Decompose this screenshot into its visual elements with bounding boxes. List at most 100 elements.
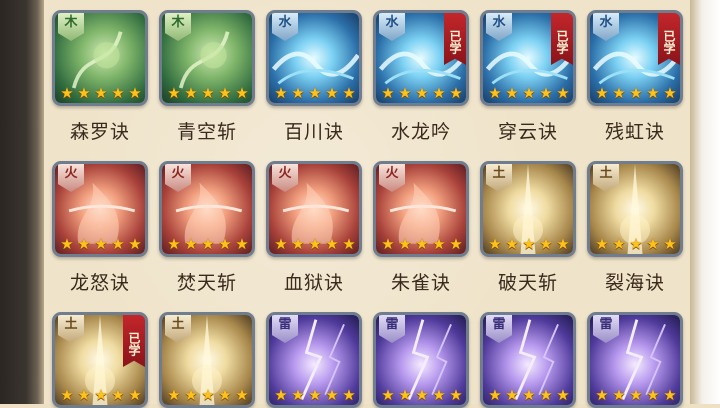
star-icon: ★ [77,235,91,253]
star-icon: ★ [218,84,232,102]
skill-card[interactable]: 雷 ★ ★ ★ ★ ★ [480,312,576,408]
star-rating: ★ ★ ★ ★ ★ [594,387,678,403]
star-icon: ★ [449,386,463,404]
skill-card[interactable]: 火 ★ ★ ★ ★ ★ [159,161,255,257]
star-icon: ★ [342,386,356,404]
star-icon: ★ [432,386,446,404]
skill-name: 裂海诀 [604,272,665,294]
star-icon: ★ [449,84,463,102]
skill-card[interactable]: 雷 ★ ★ ★ ★ ★ [587,312,683,408]
skill-name: 朱雀诀 [390,272,451,294]
star-icon: ★ [612,235,626,253]
star-rating: ★ ★ ★ ★ ★ [166,236,250,252]
star-icon: ★ [128,84,142,102]
star-icon: ★ [488,386,502,404]
star-icon: ★ [663,386,677,404]
star-icon: ★ [488,235,502,253]
star-icon: ★ [274,84,288,102]
star-icon: ★ [432,235,446,253]
skill-card[interactable]: 火 ★ ★ ★ ★ ★ [373,161,469,257]
star-icon: ★ [522,386,536,404]
star-icon: ★ [235,84,249,102]
star-icon: ★ [539,235,553,253]
star-rating: ★ ★ ★ ★ ★ [487,387,571,403]
star-icon: ★ [539,386,553,404]
star-icon: ★ [111,84,125,102]
star-icon: ★ [274,235,288,253]
star-icon: ★ [595,235,609,253]
star-icon: ★ [595,386,609,404]
star-rating: ★ ★ ★ ★ ★ [380,236,464,252]
star-icon: ★ [663,84,677,102]
star-icon: ★ [325,386,339,404]
star-rating: ★ ★ ★ ★ ★ [273,85,357,101]
star-icon: ★ [522,235,536,253]
star-icon: ★ [342,84,356,102]
star-icon: ★ [629,235,643,253]
skill-name: 森罗诀 [69,121,130,143]
star-icon: ★ [325,84,339,102]
right-frame [690,0,720,404]
star-icon: ★ [111,235,125,253]
learned-ribbon: 已学 [444,13,466,65]
skill-card[interactable]: 水已学 ★ ★ ★ ★ ★ [480,10,576,106]
star-icon: ★ [646,235,660,253]
skill-card[interactable]: 雷 ★ ★ ★ ★ ★ [266,312,362,408]
skill-name: 青空斩 [176,121,237,143]
star-icon: ★ [94,84,108,102]
star-icon: ★ [77,84,91,102]
skill-name: 破天斩 [497,272,558,294]
star-icon: ★ [449,235,463,253]
star-icon: ★ [381,84,395,102]
star-rating: ★ ★ ★ ★ ★ [380,85,464,101]
learned-ribbon: 已学 [551,13,573,65]
star-icon: ★ [595,84,609,102]
skill-card[interactable]: 水已学 ★ ★ ★ ★ ★ [373,10,469,106]
star-icon: ★ [398,84,412,102]
star-icon: ★ [184,235,198,253]
star-icon: ★ [111,386,125,404]
star-icon: ★ [184,386,198,404]
star-icon: ★ [167,84,181,102]
star-icon: ★ [218,386,232,404]
learned-ribbon: 已学 [658,13,680,65]
skill-name: 龙怒诀 [69,272,130,294]
skill-card[interactable]: 木 ★ ★ ★ ★ ★ [52,10,148,106]
star-rating: ★ ★ ★ ★ ★ [273,236,357,252]
skill-name: 穿云诀 [497,121,558,143]
star-icon: ★ [381,386,395,404]
star-icon: ★ [128,235,142,253]
skill-card[interactable]: 木 ★ ★ ★ ★ ★ [159,10,255,106]
star-icon: ★ [556,84,570,102]
star-rating: ★ ★ ★ ★ ★ [59,387,143,403]
skill-card[interactable]: 土 ★ ★ ★ ★ ★ [480,161,576,257]
star-icon: ★ [291,84,305,102]
star-rating: ★ ★ ★ ★ ★ [166,85,250,101]
star-rating: ★ ★ ★ ★ ★ [59,85,143,101]
star-icon: ★ [308,386,322,404]
skill-card[interactable]: 水 ★ ★ ★ ★ ★ [266,10,362,106]
skill-card[interactable]: 雷 ★ ★ ★ ★ ★ [373,312,469,408]
star-icon: ★ [60,235,74,253]
skill-card[interactable]: 火 ★ ★ ★ ★ ★ [266,161,362,257]
star-icon: ★ [556,386,570,404]
star-icon: ★ [663,235,677,253]
skill-card[interactable]: 土已学 ★ ★ ★ ★ ★ [52,312,148,408]
skill-name: 残虹诀 [604,121,665,143]
star-icon: ★ [398,386,412,404]
skill-card[interactable]: 水已学 ★ ★ ★ ★ ★ [587,10,683,106]
skill-card[interactable]: 火 ★ ★ ★ ★ ★ [52,161,148,257]
star-icon: ★ [646,84,660,102]
star-icon: ★ [291,235,305,253]
skill-card[interactable]: 土 ★ ★ ★ ★ ★ [587,161,683,257]
star-icon: ★ [629,386,643,404]
star-rating: ★ ★ ★ ★ ★ [487,236,571,252]
star-icon: ★ [308,84,322,102]
star-rating: ★ ★ ★ ★ ★ [59,236,143,252]
star-icon: ★ [646,386,660,404]
star-icon: ★ [325,235,339,253]
star-icon: ★ [94,386,108,404]
skill-card[interactable]: 土 ★ ★ ★ ★ ★ [159,312,255,408]
learned-ribbon: 已学 [123,315,145,367]
skill-name: 血狱诀 [283,272,344,294]
